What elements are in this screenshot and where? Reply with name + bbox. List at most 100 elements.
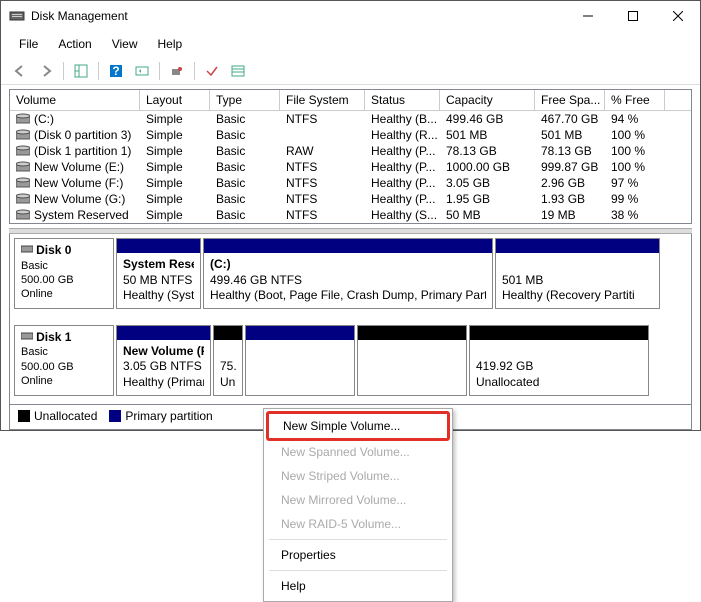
cell-fs: NTFS (280, 111, 365, 127)
partition[interactable]: New Volume (F3.05 GB NTFSHealthy (Primar… (116, 325, 211, 396)
table-row[interactable]: New Volume (F:)SimpleBasicNTFSHealthy (P… (10, 175, 691, 191)
cell-free: 467.70 GB (535, 111, 605, 127)
col-pctfree[interactable]: % Free (605, 90, 665, 110)
cell-layout: Simple (140, 111, 210, 127)
disk-icon (21, 330, 33, 346)
ctx-new-striped-volume: New Striped Volume... (267, 464, 449, 488)
cell-status: Healthy (P... (365, 159, 440, 175)
disk-row: Disk 0Basic500.00 GBOnlineSystem Rese50 … (14, 238, 687, 313)
table-row[interactable]: (Disk 1 partition 1)SimpleBasicRAWHealth… (10, 143, 691, 159)
legend-primary: Primary partition (125, 409, 212, 423)
disk-icon (21, 243, 33, 259)
col-filesystem[interactable]: File System (280, 90, 365, 110)
refresh-button[interactable] (131, 60, 153, 82)
partition-status: Healthy (Syste (123, 288, 194, 304)
cell-layout: Simple (140, 207, 210, 223)
col-status[interactable]: Status (365, 90, 440, 110)
cell-free: 999.87 GB (535, 159, 605, 175)
partition-name: System Rese (123, 257, 194, 273)
cell-capacity: 1.95 GB (440, 191, 535, 207)
table-row[interactable]: System ReservedSimpleBasicNTFSHealthy (S… (10, 207, 691, 223)
partition-status: Healthy (Boot, Page File, Crash Dump, Pr… (210, 288, 486, 304)
cell-volume: (Disk 1 partition 1) (10, 143, 140, 159)
menu-file[interactable]: File (9, 33, 48, 55)
cell-fs: RAW (280, 143, 365, 159)
disk-management-window: Disk Management File Action View Help ? … (0, 0, 701, 431)
menubar: File Action View Help (1, 31, 700, 57)
col-layout[interactable]: Layout (140, 90, 210, 110)
layout-button[interactable] (70, 60, 92, 82)
col-type[interactable]: Type (210, 90, 280, 110)
table-row[interactable]: (Disk 0 partition 3)SimpleBasicHealthy (… (10, 127, 691, 143)
cell-fs: NTFS (280, 191, 365, 207)
disk-info[interactable]: Disk 0Basic500.00 GBOnline (14, 238, 114, 309)
disk-row: Disk 1Basic500.00 GBOnlineNew Volume (F3… (14, 325, 687, 400)
disk-info[interactable]: Disk 1Basic500.00 GBOnline (14, 325, 114, 396)
cell-volume: System Reserved (10, 207, 140, 223)
cell-capacity: 50 MB (440, 207, 535, 223)
table-row[interactable]: New Volume (G:)SimpleBasicNTFSHealthy (P… (10, 191, 691, 207)
partition[interactable] (245, 325, 355, 396)
maximize-button[interactable] (610, 1, 655, 31)
help-icon[interactable]: ? (105, 60, 127, 82)
ctx-new-simple-volume[interactable]: New Simple Volume... (269, 414, 447, 438)
close-button[interactable] (655, 1, 700, 31)
partition[interactable]: System Rese50 MB NTFSHealthy (Syste (116, 238, 201, 309)
partition-header (117, 326, 210, 340)
ctx-help[interactable]: Help (267, 574, 449, 598)
titlebar[interactable]: Disk Management (1, 1, 700, 31)
cell-layout: Simple (140, 191, 210, 207)
cell-volume: New Volume (E:) (10, 159, 140, 175)
list-icon[interactable] (227, 60, 249, 82)
cell-type: Basic (210, 127, 280, 143)
disk-capacity: 500.00 GB (21, 273, 107, 287)
col-volume[interactable]: Volume (10, 90, 140, 110)
ctx-properties[interactable]: Properties (267, 543, 449, 567)
cell-pct: 100 % (605, 159, 665, 175)
table-row[interactable]: (C:)SimpleBasicNTFSHealthy (B...499.46 G… (10, 111, 691, 127)
cell-volume: New Volume (G:) (10, 191, 140, 207)
partition[interactable] (357, 325, 467, 396)
partition-status: Healthy (Primary (123, 375, 204, 391)
cell-layout: Simple (140, 175, 210, 191)
partition-status: Un (220, 375, 236, 391)
col-capacity[interactable]: Capacity (440, 90, 535, 110)
col-free[interactable]: Free Spa... (535, 90, 605, 110)
cell-type: Basic (210, 143, 280, 159)
partition-size: 75. (220, 359, 236, 375)
cell-capacity: 501 MB (440, 127, 535, 143)
partition[interactable]: 419.92 GBUnallocated (469, 325, 649, 396)
cell-layout: Simple (140, 159, 210, 175)
legend-swatch-primary (109, 410, 121, 422)
table-row[interactable]: New Volume (E:)SimpleBasicNTFSHealthy (P… (10, 159, 691, 175)
disk-capacity: 500.00 GB (21, 360, 107, 374)
cell-capacity: 1000.00 GB (440, 159, 535, 175)
partition[interactable]: 501 MBHealthy (Recovery Partiti (495, 238, 660, 309)
disk-name: Disk 0 (36, 243, 71, 257)
cell-pct: 38 % (605, 207, 665, 223)
cell-type: Basic (210, 159, 280, 175)
minimize-button[interactable] (565, 1, 610, 31)
check-icon[interactable] (201, 60, 223, 82)
partition-size: 501 MB (502, 273, 653, 289)
forward-button[interactable] (35, 60, 57, 82)
menu-help[interactable]: Help (148, 33, 193, 55)
cell-capacity: 3.05 GB (440, 175, 535, 191)
partition-name: New Volume (F (123, 344, 204, 360)
cell-type: Basic (210, 175, 280, 191)
partition-header (496, 239, 659, 253)
cell-pct: 99 % (605, 191, 665, 207)
graphical-view: Disk 0Basic500.00 GBOnlineSystem Rese50 … (9, 234, 692, 405)
cell-type: Basic (210, 207, 280, 223)
partition-header (358, 326, 466, 340)
disk-status: Online (21, 287, 107, 301)
settings-icon[interactable] (166, 60, 188, 82)
partition[interactable]: 75.Un (213, 325, 243, 396)
cell-pct: 100 % (605, 127, 665, 143)
cell-volume: (Disk 0 partition 3) (10, 127, 140, 143)
menu-view[interactable]: View (102, 33, 148, 55)
app-icon (9, 8, 25, 24)
menu-action[interactable]: Action (48, 33, 101, 55)
partition[interactable]: (C:)499.46 GB NTFSHealthy (Boot, Page Fi… (203, 238, 493, 309)
back-button[interactable] (9, 60, 31, 82)
